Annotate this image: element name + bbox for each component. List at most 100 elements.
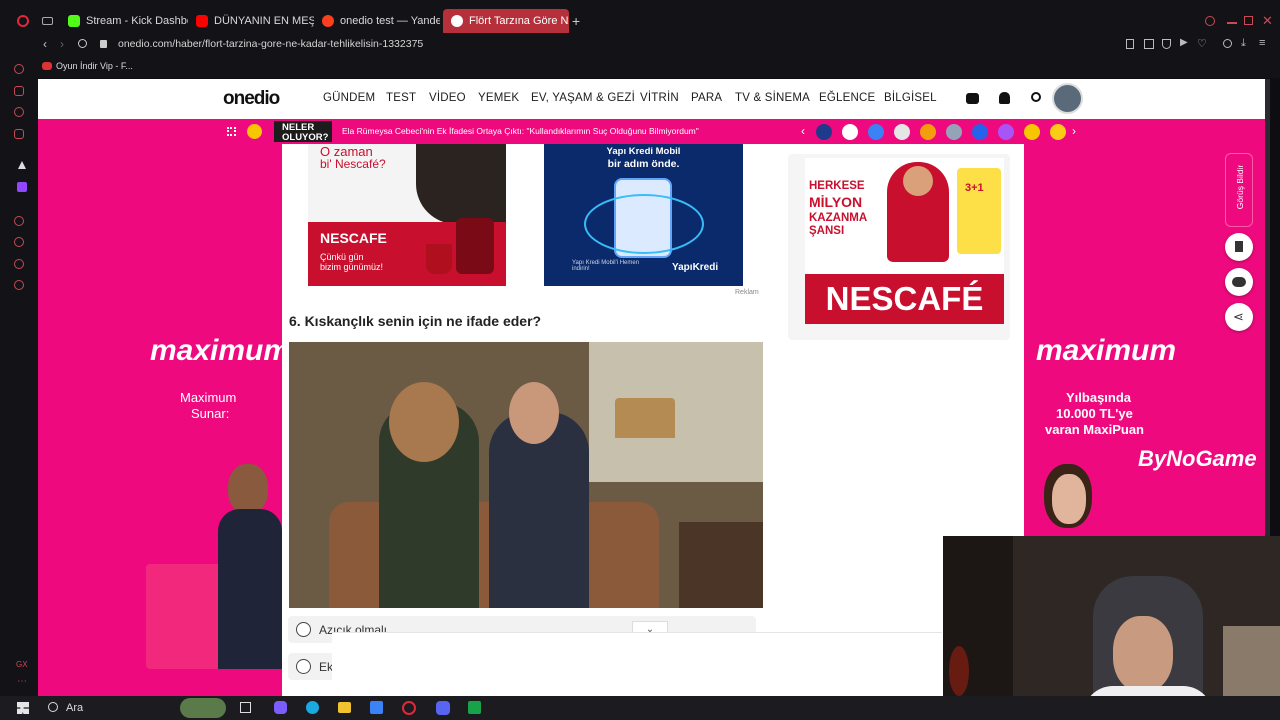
tab-kick[interactable]: Stream - Kick Dashboard <box>60 9 188 33</box>
download-icon[interactable]: ⤓ <box>1241 37 1246 50</box>
maximum-logo: maximum <box>150 334 291 367</box>
bynogame-logo: ByNoGame <box>1138 446 1257 471</box>
bell-icon[interactable] <box>999 92 1010 104</box>
lock-icon <box>100 40 107 48</box>
sidebar-clock-icon[interactable] <box>14 237 24 247</box>
ticker-badge-icon <box>247 124 262 139</box>
ticker-headline[interactable]: Ela Rümeysa Cebeci'nin Ek İfadesi Ortaya… <box>342 126 742 136</box>
nav-para[interactable]: PARA <box>691 92 722 104</box>
brand-logo-icon[interactable] <box>998 124 1014 140</box>
nescafe-ad[interactable]: O zaman bi' Nescafé? NESCAFE Çünkü gün b… <box>308 144 506 286</box>
streamer-face <box>1113 616 1173 692</box>
brand-logo-icon[interactable] <box>972 124 988 140</box>
windows-start-icon[interactable] <box>17 702 29 714</box>
workspaces-icon[interactable] <box>42 17 53 25</box>
menu-icon[interactable]: ≡ <box>1259 37 1265 49</box>
app-icon[interactable] <box>468 701 481 714</box>
bookmark-item[interactable]: Oyun İndir Vip - F... <box>42 61 133 71</box>
brand-logo-icon[interactable] <box>894 124 910 140</box>
nav-test[interactable]: TEST <box>386 92 416 104</box>
shield-icon[interactable] <box>1162 39 1171 49</box>
explorer-icon[interactable] <box>338 702 351 713</box>
bottom-sticky-ad[interactable] <box>332 632 942 696</box>
nav-yemek[interactable]: YEMEK <box>478 92 519 104</box>
bookmark-icon[interactable] <box>1126 39 1134 49</box>
heart-icon[interactable]: ♡ <box>1197 37 1207 50</box>
url-field[interactable]: onedio.com/haber/flort-tarzina-gore-ne-k… <box>118 38 423 50</box>
sidebar-more-icon[interactable]: ⋯ <box>17 676 27 687</box>
search-icon[interactable] <box>1031 92 1041 102</box>
ticker-prev-icon[interactable]: ‹ <box>801 124 805 138</box>
brand-logo-icon[interactable] <box>1024 124 1040 140</box>
tab-onedio-active[interactable]: Flört Tarzına Göre Ne Kad <box>443 9 569 33</box>
tab-youtube[interactable]: DÜNYANIN EN MEŞHUR <box>188 9 314 33</box>
forward-icon[interactable]: › <box>60 37 64 51</box>
woman-image <box>416 144 506 224</box>
nav-vitrin[interactable]: VİTRİN <box>640 92 679 104</box>
sidebar-aria-icon[interactable] <box>14 64 24 74</box>
reload-icon[interactable] <box>78 39 87 48</box>
taskbar-search-icon[interactable] <box>48 702 58 712</box>
chat-icon[interactable] <box>966 93 979 104</box>
brand-logo-icon[interactable] <box>946 124 962 140</box>
profile-icon[interactable] <box>1223 39 1232 48</box>
ticker-label: OLUYOR? <box>282 132 329 143</box>
tab-yandex[interactable]: onedio test — Yandex: 11 <box>314 9 440 33</box>
radio-button[interactable] <box>296 622 311 637</box>
nav-gundem[interactable]: GÜNDEM <box>323 92 375 104</box>
edge-icon[interactable] <box>306 701 319 714</box>
nav-video[interactable]: VİDEO <box>429 92 466 104</box>
close-button[interactable]: ✕ <box>1262 13 1273 29</box>
sidebar-messenger-icon[interactable] <box>14 86 24 96</box>
search-tabs-icon[interactable] <box>1205 16 1215 26</box>
taskbar-widget-image[interactable] <box>180 698 226 718</box>
brand-logo-icon[interactable] <box>920 124 936 140</box>
sidebar-nescafe-creative[interactable]: HERKESE MİLYON KAZANMA ŞANSI 3+1 NESCAFÉ <box>805 158 1004 324</box>
yapikredi-ad[interactable]: Yapı Kredi Mobil bir adım önde. YapıKred… <box>544 144 743 286</box>
taskbar-search[interactable]: Ara <box>66 702 83 714</box>
new-tab-button[interactable]: + <box>572 13 580 29</box>
nav-ev-yasam[interactable]: EV, YAŞAM & GEZİ <box>531 92 635 104</box>
minimize-button[interactable] <box>1227 22 1237 24</box>
snapshot-icon[interactable] <box>1144 39 1154 49</box>
sidebar-instagram-icon[interactable] <box>14 129 24 139</box>
copilot-icon[interactable] <box>274 701 287 714</box>
left-maximum-ad[interactable]: maximum Maximum Sunar: <box>38 144 290 696</box>
yandex-icon <box>322 15 334 27</box>
sidebar-twitch-icon[interactable] <box>17 182 27 192</box>
brand-logo-icon[interactable] <box>842 124 858 140</box>
nav-eglence[interactable]: EĞLENCE <box>819 92 875 104</box>
brand-logo-icon[interactable] <box>1050 124 1066 140</box>
taskview-icon[interactable] <box>240 702 251 713</box>
ticker-next-icon[interactable]: › <box>1072 124 1076 138</box>
feedback-tab[interactable]: Görüş Bildir <box>1225 153 1253 227</box>
discord-icon[interactable] <box>436 701 450 715</box>
sidebar-gx-icon[interactable]: GX <box>16 660 28 669</box>
share-button[interactable]: ⋖ <box>1225 303 1253 331</box>
back-icon[interactable]: ‹ <box>43 37 47 51</box>
comments-button[interactable] <box>1225 268 1253 296</box>
opera-gx-icon[interactable] <box>402 701 416 715</box>
grid-menu-icon[interactable] <box>227 127 236 136</box>
opera-logo-icon[interactable] <box>17 15 29 27</box>
ticker-logos <box>816 124 1066 140</box>
maximize-button[interactable] <box>1244 16 1253 25</box>
sidebar-extensions-icon[interactable] <box>14 259 24 269</box>
question-image <box>289 342 763 608</box>
sidebar-kick-icon[interactable] <box>18 161 26 169</box>
sidebar-player-icon[interactable] <box>14 107 24 117</box>
youtube-icon <box>196 15 208 27</box>
radio-button[interactable] <box>296 659 311 674</box>
user-avatar[interactable] <box>1052 83 1083 114</box>
sidebar-settings-icon[interactable] <box>14 280 24 290</box>
play-icon[interactable]: ▶ <box>1180 37 1188 48</box>
sidebar-history-icon[interactable] <box>14 216 24 226</box>
brand-logo-icon[interactable] <box>868 124 884 140</box>
nav-bilgisel[interactable]: BİLGİSEL <box>884 92 937 104</box>
nav-tv-sinema[interactable]: TV & SİNEMA <box>735 92 810 104</box>
save-bookmark-button[interactable] <box>1225 233 1253 261</box>
onedio-logo[interactable]: onedio <box>223 88 280 110</box>
brand-logo-icon[interactable] <box>816 124 832 140</box>
store-icon[interactable] <box>370 701 383 714</box>
news-ticker: NELER OLUYOR? Ela Rümeysa Cebeci'nin Ek … <box>38 119 1270 144</box>
